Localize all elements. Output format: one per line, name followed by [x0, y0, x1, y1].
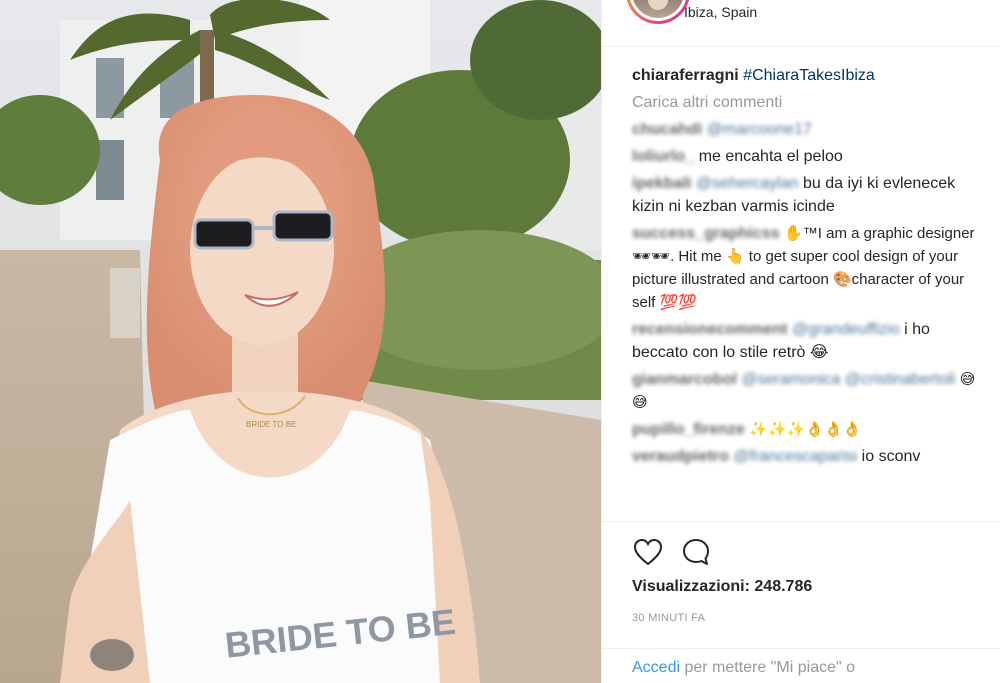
comment-username[interactable]: ipekbali [632, 175, 692, 192]
profile-avatar[interactable] [626, 0, 690, 24]
views-label: Visualizzazioni: [632, 578, 750, 595]
comment-mention[interactable]: @grandeuffizio [792, 321, 900, 338]
necklace-text: BRIDE TO BE [246, 420, 296, 429]
comment-username[interactable]: pupillo_firenze [632, 421, 745, 438]
comment-item: recensionecomment @grandeuffizio i ho be… [632, 318, 977, 364]
comment-username[interactable]: success_graphicss [632, 225, 780, 242]
load-more-comments-button[interactable]: Carica altri commenti [632, 91, 977, 114]
heart-icon[interactable] [632, 536, 664, 568]
caption: chiaraferragni #ChiaraTakesIbiza [632, 64, 977, 87]
comment-bubble-icon[interactable] [680, 536, 712, 568]
video-player[interactable]: BRIDE TO BE BRIDE TO BE [0, 0, 601, 683]
comment-item: success_graphicss ✋™I am a graphic desig… [632, 222, 977, 314]
login-prompt: Accedi per mettere "Mi piace" o [602, 648, 1000, 677]
post-details-panel: Ibiza, Spain chiaraferragni #ChiaraTakes… [601, 0, 1000, 683]
comment-mention[interactable]: @sehercaylan [696, 175, 799, 192]
comment-username[interactable]: chucahdi [632, 121, 702, 138]
views-count: Visualizzazioni: 248.786 [632, 578, 812, 596]
comment-item: veraudpietro @francescaparisi io sconv [632, 445, 977, 468]
login-prompt-text: per mettere "Mi piace" o [684, 659, 856, 676]
comment-text: me encahta el peloo [698, 148, 843, 165]
comment-text: ✨✨✨👌👌👌 [749, 421, 862, 438]
comment-mention[interactable]: @marcoone17 [707, 121, 812, 138]
comment-username[interactable]: gianmarcobol [632, 371, 737, 388]
comment-item: ipekbali @sehercaylan bu da iyi ki evlen… [632, 172, 977, 218]
comment-text: io sconv [861, 448, 921, 465]
caption-hashtag[interactable]: #ChiaraTakesIbiza [743, 67, 875, 84]
comment-item: pupillo_firenze ✨✨✨👌👌👌 [632, 418, 977, 441]
comment-item: gianmarcobol @seramonica @cristinabertol… [632, 368, 977, 414]
post-header: Ibiza, Spain [602, 0, 1000, 47]
action-icons [632, 536, 712, 568]
post-timestamp: 30 MINUTI FA [632, 612, 706, 624]
location-link[interactable]: Ibiza, Spain [684, 4, 757, 20]
comment-item: chucahdi @marcoone17 [632, 118, 977, 141]
comment-mention[interactable]: @francescaparisi [733, 448, 857, 465]
views-number: 248.786 [754, 578, 813, 595]
comment-username[interactable]: veraudpietro [632, 448, 729, 465]
login-link[interactable]: Accedi [632, 659, 680, 676]
video-frame: BRIDE TO BE BRIDE TO BE [0, 0, 601, 683]
caption-username[interactable]: chiaraferragni [632, 67, 739, 84]
comments-section: chiaraferragni #ChiaraTakesIbiza Carica … [632, 64, 977, 472]
comment-item: loliurlo_ me encahta el peloo [632, 145, 977, 168]
comment-mention[interactable]: @seramonica @cristinabertoli [741, 371, 955, 388]
comment-username[interactable]: loliurlo_ [632, 148, 694, 165]
post-actions: Visualizzazioni: 248.786 30 MINUTI FA Ac… [602, 521, 1000, 683]
comment-username[interactable]: recensionecomment [632, 321, 788, 338]
